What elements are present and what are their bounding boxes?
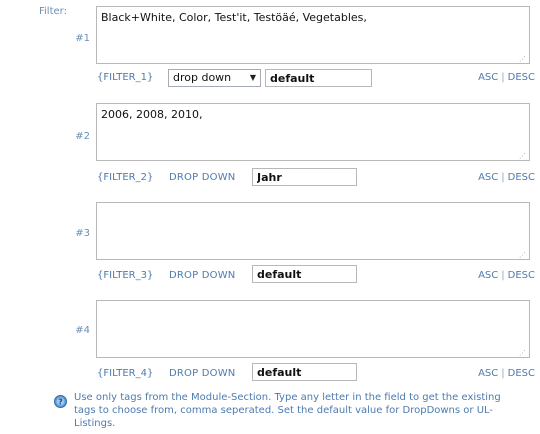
sort-separator: | — [501, 172, 505, 183]
filter-number-2: #2 — [75, 131, 90, 142]
help-text: Use only tags from the Module-Section. T… — [74, 392, 501, 429]
filter-4-sort: ASC | DESC — [478, 368, 535, 379]
sort-separator: | — [501, 368, 505, 379]
filter-3-default-input[interactable] — [252, 265, 357, 283]
filter-1-type-select[interactable]: drop down ▼ — [168, 69, 261, 87]
filter-2-sort: ASC | DESC — [478, 172, 535, 183]
filter-3-tags-textarea[interactable] — [96, 202, 530, 260]
filter-4-type-label: DROP DOWN — [169, 368, 236, 379]
filter-2-type-label: DROP DOWN — [169, 172, 236, 183]
resize-grip-icon[interactable]: ⋰ — [519, 349, 527, 357]
filter-2-desc-link[interactable]: DESC — [508, 172, 535, 183]
info-icon: ? — [54, 395, 67, 408]
filter-4-desc-link[interactable]: DESC — [508, 368, 535, 379]
filter-2-asc-link[interactable]: ASC — [478, 172, 498, 183]
filter-3-asc-link[interactable]: ASC — [478, 270, 498, 281]
filter-1-sort: ASC | DESC — [478, 72, 535, 83]
filter-4-tags-textarea[interactable] — [96, 300, 530, 358]
filter-1-default-input[interactable] — [265, 69, 372, 87]
filter-label: Filter: — [39, 6, 67, 17]
sort-separator: | — [501, 270, 505, 281]
filter-4-asc-link[interactable]: ASC — [478, 368, 498, 379]
filter-number-3: #3 — [75, 228, 90, 239]
filter-3-type-label: DROP DOWN — [169, 270, 236, 281]
sort-separator: | — [501, 72, 505, 83]
chevron-down-icon: ▼ — [249, 73, 256, 82]
resize-grip-icon[interactable]: ⋰ — [519, 55, 527, 63]
filter-4-key: {FILTER_4} — [97, 368, 154, 379]
svg-text:?: ? — [58, 397, 63, 406]
filter-2-key: {FILTER_2} — [97, 172, 154, 183]
resize-grip-icon[interactable]: ⋰ — [519, 152, 527, 160]
filter-1-tags-textarea[interactable]: Black+White, Color, Test'it, Testöäé, Ve… — [96, 6, 530, 64]
filter-3-desc-link[interactable]: DESC — [508, 270, 535, 281]
filter-2-default-input[interactable] — [252, 168, 357, 186]
filter-3-sort: ASC | DESC — [478, 270, 535, 281]
filter-number-1: #1 — [75, 33, 90, 44]
filter-1-type-select-value: drop down — [173, 71, 232, 84]
filter-number-4: #4 — [75, 325, 90, 336]
filter-1-key: {FILTER_1} — [97, 72, 154, 83]
resize-grip-icon[interactable]: ⋰ — [519, 251, 527, 259]
filter-3-key: {FILTER_3} — [97, 270, 154, 281]
filter-1-asc-link[interactable]: ASC — [478, 72, 498, 83]
filter-2-tags-textarea[interactable]: 2006, 2008, 2010, — [96, 103, 530, 161]
filter-1-desc-link[interactable]: DESC — [508, 72, 535, 83]
filter-4-default-input[interactable] — [252, 363, 357, 381]
